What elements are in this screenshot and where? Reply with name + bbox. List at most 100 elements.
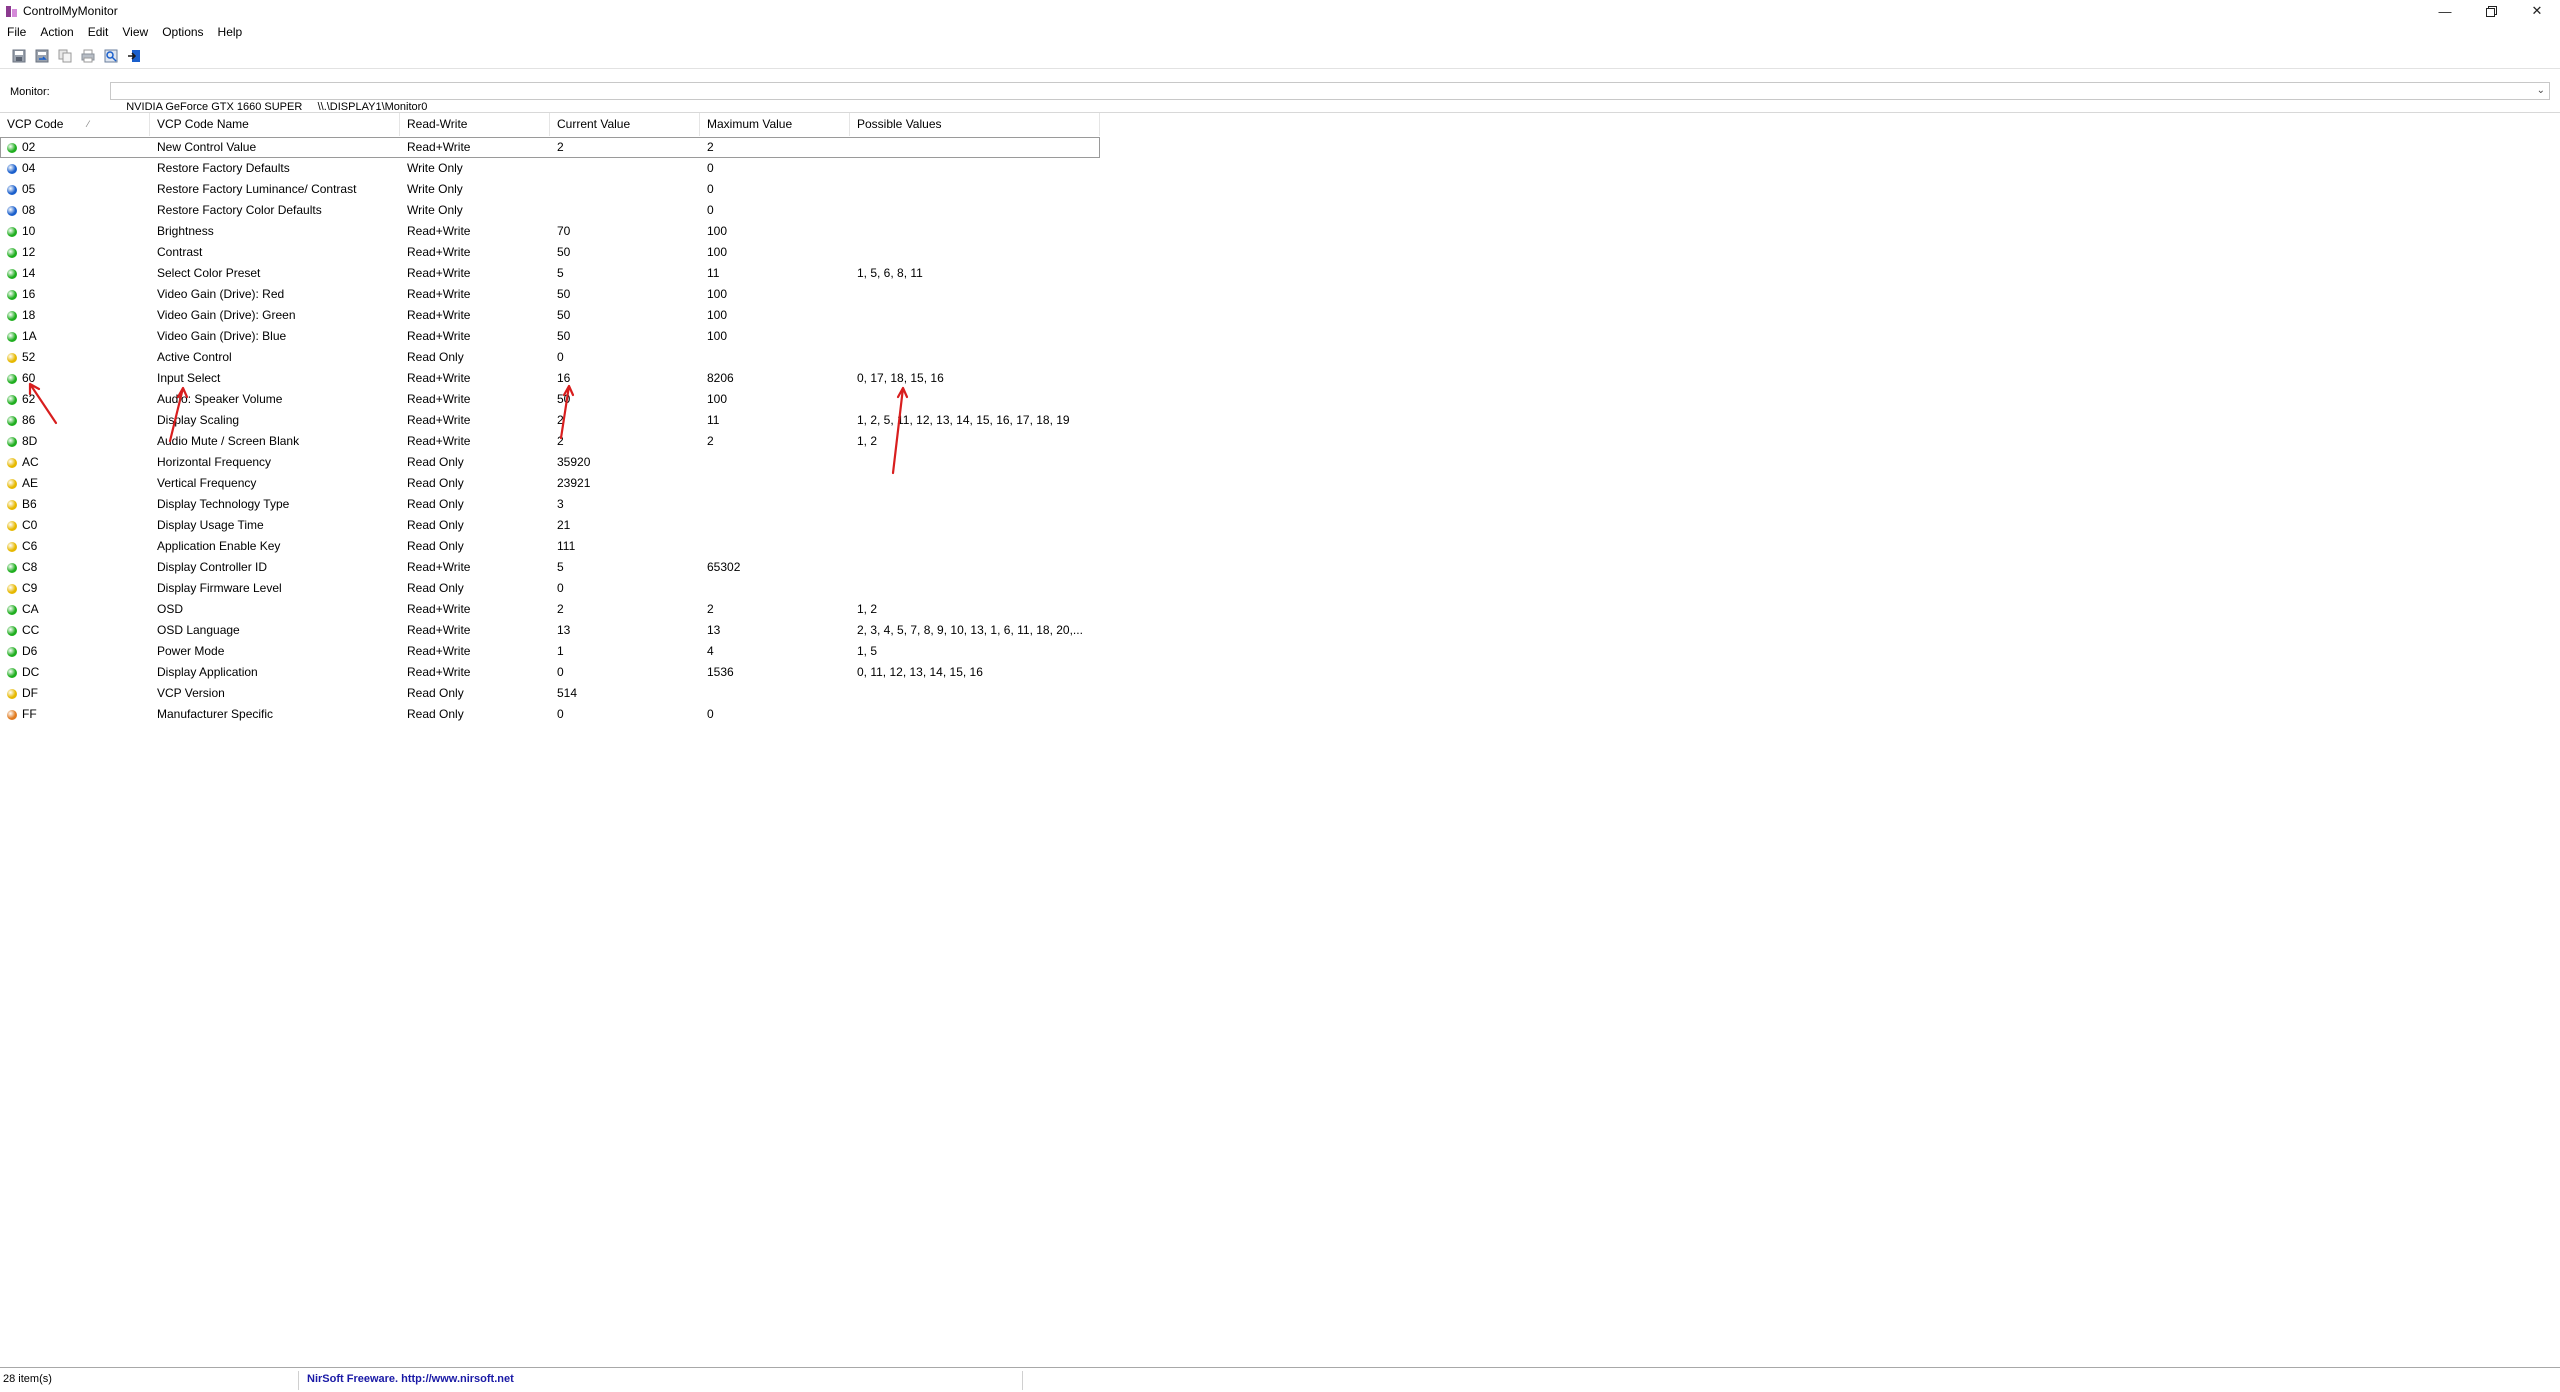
save-button[interactable] — [10, 47, 28, 65]
menu-edit[interactable]: Edit — [81, 22, 116, 42]
cell-vcp-name: Input Select — [157, 371, 221, 385]
cell-maximum-value: 2 — [707, 140, 714, 154]
column-header-possible-values[interactable]: Possible Values — [850, 113, 1100, 136]
cell-read-write: Read+Write — [407, 665, 471, 679]
table-row[interactable]: C9 Display Firmware Level Read Only 0 — [0, 578, 1100, 599]
status-separator — [298, 1371, 299, 1390]
table-row[interactable]: 10 Brightness Read+Write 70 100 — [0, 221, 1100, 242]
table-row[interactable]: 14 Select Color Preset Read+Write 5 11 1, 5, … — [0, 263, 1100, 284]
table-row[interactable]: C0 Display Usage Time Read Only 21 — [0, 515, 1100, 536]
vcp-code-text: CA — [22, 602, 39, 616]
vcp-code-text: 02 — [22, 140, 36, 154]
table-row[interactable]: B6 Display Technology Type Read Only 3 — [0, 494, 1100, 515]
cell-vcp-code: C6 — [0, 536, 150, 557]
cell-vcp-code: C8 — [0, 557, 150, 578]
menu-view[interactable]: View — [115, 22, 155, 42]
monitor-label: Monitor: — [10, 86, 50, 98]
cell-vcp-name: Vertical Frequency — [157, 476, 257, 490]
column-header-read-write[interactable]: Read-Write — [400, 113, 550, 136]
cell-possible-values — [850, 683, 1100, 704]
cell-read-write: Read+Write — [407, 140, 471, 154]
cell-vcp-name: Video Gain (Drive): Blue — [157, 329, 287, 343]
cell-vcp-code: 60 — [0, 368, 150, 389]
table-row[interactable]: CC OSD Language Read+Write 13 13 2, 3, 4, 5, … — [0, 620, 1100, 641]
table-row[interactable]: CA OSD Read+Write 2 2 1, 2 — [0, 599, 1100, 620]
cell-read-write: Write Only — [407, 161, 463, 175]
monitor-select[interactable]: NVIDIA GeForce GTX 1660 SUPER \\.\DISPLA… — [110, 82, 2550, 113]
cell-vcp-code: D6 — [0, 641, 150, 662]
cell-read-write: Read+Write — [407, 413, 471, 427]
column-header-current-value[interactable]: Current Value — [550, 113, 700, 136]
cell-vcp-code: 8D — [0, 431, 150, 452]
table-row[interactable]: 1A Video Gain (Drive): Blue Read+Write 50 10… — [0, 326, 1100, 347]
cell-read-write: Read+Write — [407, 329, 471, 343]
app-icon — [5, 5, 18, 18]
vcp-code-text: C8 — [22, 560, 38, 574]
table-row[interactable]: 02 New Control Value Read+Write 2 2 — [0, 137, 1100, 158]
cell-vcp-code: 05 — [0, 179, 150, 200]
properties-button[interactable] — [102, 47, 120, 65]
status-dot-icon — [7, 688, 17, 699]
table-row[interactable]: 05 Restore Factory Luminance/ Contrast Wri… — [0, 179, 1100, 200]
cell-vcp-name: Brightness — [157, 224, 214, 238]
export-button[interactable] — [33, 47, 51, 65]
status-dot-icon — [7, 205, 17, 216]
table-row[interactable]: 18 Video Gain (Drive): Green Read+Write 50 1… — [0, 305, 1100, 326]
cell-maximum-value: 100 — [707, 245, 728, 259]
table-row[interactable]: 12 Contrast Read+Write 50 100 — [0, 242, 1100, 263]
cell-maximum-value: 2 — [707, 434, 714, 448]
menu-options[interactable]: Options — [155, 22, 210, 42]
table-row[interactable]: C6 Application Enable Key Read Only 111 — [0, 536, 1100, 557]
cell-current-value: 0 — [557, 707, 564, 721]
cell-possible-values — [850, 536, 1100, 557]
table-row[interactable]: FF Manufacturer Specific Read Only 0 0 — [0, 704, 1100, 725]
nirsoft-link[interactable]: NirSoft Freeware. http://www.nirsoft.net — [307, 1373, 514, 1385]
cell-read-write: Read Only — [407, 518, 464, 532]
table-row[interactable]: D6 Power Mode Read+Write 1 4 1, 5 — [0, 641, 1100, 662]
cell-current-value: 2 — [557, 140, 564, 154]
table-row[interactable]: AC Horizontal Frequency Read Only 35920 — [0, 452, 1100, 473]
cell-read-write: Read+Write — [407, 224, 471, 238]
vcp-list[interactable]: VCP Code ⁄ VCP Code Name Read-Write Curre… — [0, 112, 2560, 1368]
cell-vcp-name: Manufacturer Specific — [157, 707, 274, 721]
close-button[interactable]: ✕ — [2514, 0, 2560, 22]
menu-help[interactable]: Help — [211, 22, 250, 42]
table-row[interactable]: 8D Audio Mute / Screen Blank Read+Write 2 2 1… — [0, 431, 1100, 452]
table-row[interactable]: 52 Active Control Read Only 0 — [0, 347, 1100, 368]
column-header-maximum-value[interactable]: Maximum Value — [700, 113, 850, 136]
column-header-vcp-code[interactable]: VCP Code ⁄ — [0, 113, 150, 136]
vcp-code-text: 12 — [22, 245, 36, 259]
table-row[interactable]: 86 Display Scaling Read+Write 2 11 1, 2, 5, 1… — [0, 410, 1100, 431]
status-dot-icon — [7, 226, 17, 237]
table-row[interactable]: 60 Input Select Read+Write 16 8206 0, 17, 18,… — [0, 368, 1100, 389]
table-row[interactable]: 62 Audio: Speaker Volume Read+Write 50 100 — [0, 389, 1100, 410]
vcp-code-text: C0 — [22, 518, 38, 532]
menu-action[interactable]: Action — [33, 22, 80, 42]
table-row[interactable]: DC Display Application Read+Write 0 1536 0, 1… — [0, 662, 1100, 683]
restore-button[interactable] — [2468, 0, 2514, 22]
vcp-code-text: 1A — [22, 329, 37, 343]
cell-maximum-value: 11 — [707, 266, 720, 280]
table-row[interactable]: 16 Video Gain (Drive): Red Read+Write 50 100 — [0, 284, 1100, 305]
table-row[interactable]: AE Vertical Frequency Read Only 23921 — [0, 473, 1100, 494]
cell-vcp-code: C9 — [0, 578, 150, 599]
cell-read-write: Read Only — [407, 707, 464, 721]
status-dot-icon — [7, 352, 17, 363]
print-button[interactable] — [79, 47, 97, 65]
cell-possible-values — [850, 326, 1100, 347]
table-row[interactable]: 08 Restore Factory Color Defaults Write On… — [0, 200, 1100, 221]
table-row[interactable]: C8 Display Controller ID Read+Write 5 65302 — [0, 557, 1100, 578]
cell-possible-values — [850, 305, 1100, 326]
column-header-vcp-code-name[interactable]: VCP Code Name — [150, 113, 400, 136]
menu-file[interactable]: File — [0, 22, 33, 42]
cell-read-write: Read Only — [407, 476, 464, 490]
minimize-button[interactable]: — — [2422, 0, 2468, 22]
copy-button[interactable] — [56, 47, 74, 65]
table-row[interactable]: 04 Restore Factory Defaults Write Only 0 — [0, 158, 1100, 179]
column-header-label: Read-Write — [407, 117, 468, 131]
status-dot-icon — [7, 310, 17, 321]
cell-possible-values — [850, 389, 1100, 410]
exit-button[interactable] — [125, 47, 143, 65]
table-row[interactable]: DF VCP Version Read Only 514 — [0, 683, 1100, 704]
column-header-label: VCP Code — [7, 117, 64, 131]
